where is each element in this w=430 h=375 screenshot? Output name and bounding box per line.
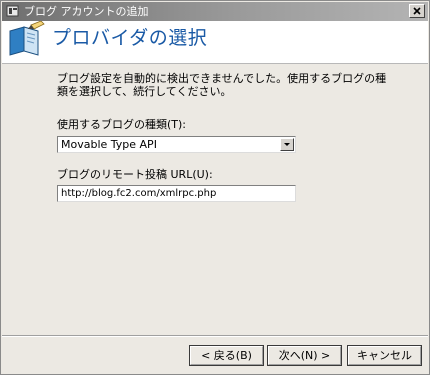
add-blog-account-dialog: ブログ アカウントの追加 プロバイダの選択 ブログ設定を自動的に検出できませんで… <box>0 0 430 375</box>
footer-divider <box>2 335 428 337</box>
page-title: プロバイダの選択 <box>52 27 208 49</box>
app-icon <box>6 5 19 17</box>
wizard-content: ブログ設定を自動的に検出できませんでした。使用するブログの種類を選択して、続行し… <box>2 64 428 334</box>
cancel-button[interactable]: キャンセル <box>347 345 422 366</box>
dropdown-button[interactable] <box>280 138 294 151</box>
blog-type-selected-value: Movable Type API <box>61 138 157 151</box>
blog-type-select[interactable]: Movable Type API <box>57 136 296 153</box>
remote-url-input[interactable] <box>57 185 296 202</box>
back-button[interactable]: < 戻る(B) <box>189 345 264 366</box>
window-title: ブログ アカウントの追加 <box>24 5 149 18</box>
blog-type-label: 使用するブログの種類(T): <box>57 118 187 131</box>
title-bar[interactable]: ブログ アカウントの追加 <box>2 2 428 21</box>
wizard-header: プロバイダの選択 <box>2 21 428 64</box>
close-icon <box>413 7 421 15</box>
chevron-down-icon <box>284 143 290 146</box>
next-button[interactable]: 次へ(N) > <box>267 345 342 366</box>
close-button[interactable] <box>409 4 425 18</box>
blog-wizard-icon <box>9 21 45 56</box>
instruction-text: ブログ設定を自動的に検出できませんでした。使用するブログの種類を選択して、続行し… <box>57 72 387 98</box>
remote-url-label: ブログのリモート投稿 URL(U): <box>57 168 213 181</box>
